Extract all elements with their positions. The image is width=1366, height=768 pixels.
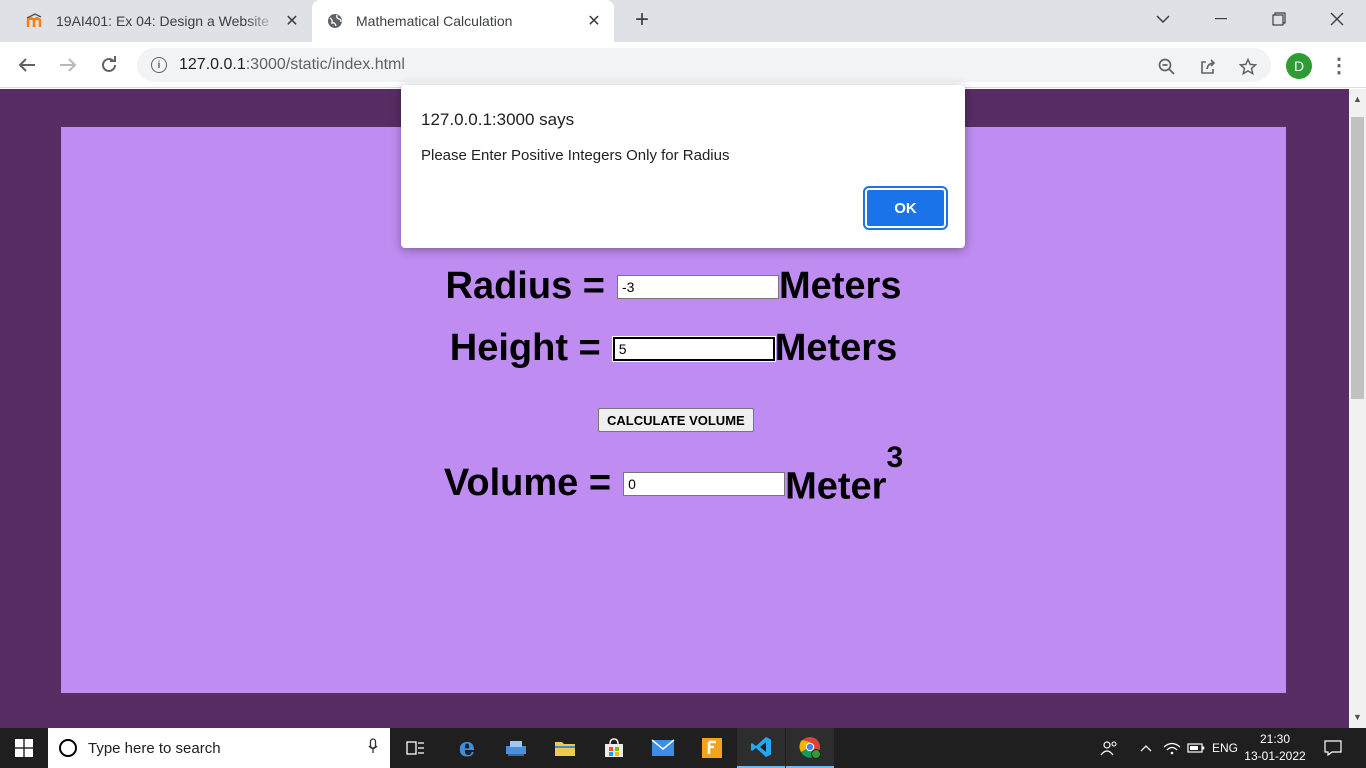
fusion-app-icon[interactable] [688, 728, 736, 768]
search-icon [59, 739, 77, 757]
back-icon[interactable] [12, 50, 42, 80]
windows-taskbar: Type here to search e ENG 21:30 13-01-20… [0, 728, 1366, 768]
battery-icon[interactable] [1187, 728, 1205, 768]
scroll-down-icon[interactable]: ▼ [1349, 709, 1366, 726]
edge-icon[interactable]: e [443, 728, 491, 768]
windows-start-icon[interactable] [0, 728, 48, 768]
url-host: 127.0.0.1 [179, 56, 246, 73]
volume-row: Volume = Meter3 [61, 441, 1286, 509]
tab-moodle[interactable]: 19AI401: Ex 04: Design a Website ✕ [16, 0, 312, 42]
restore-icon[interactable] [1250, 0, 1308, 38]
tab-title: 19AI401: Ex 04: Design a Website [56, 13, 269, 29]
reload-icon[interactable] [94, 50, 124, 80]
forward-icon[interactable] [53, 50, 83, 80]
language-indicator[interactable]: ENG [1212, 728, 1238, 768]
network-app-icon[interactable] [492, 728, 540, 768]
volume-label: Volume = [443, 462, 612, 505]
close-window-icon[interactable] [1308, 0, 1366, 38]
task-view-icon[interactable] [392, 728, 440, 768]
chevron-up-icon[interactable] [1140, 728, 1152, 768]
file-explorer-icon[interactable] [541, 728, 589, 768]
wifi-icon[interactable] [1163, 728, 1181, 768]
alert-dialog: 127.0.0.1:3000 says Please Enter Positiv… [401, 85, 965, 248]
page-scrollbar[interactable]: ▲ ▼ [1349, 89, 1366, 728]
menu-kebab-icon[interactable]: ⋮ [1328, 52, 1350, 80]
close-tab-icon[interactable]: ✕ [580, 11, 608, 31]
globe-icon [326, 12, 344, 30]
tab-search-icon[interactable] [1134, 0, 1192, 38]
url-path: :3000/static/index.html [245, 56, 405, 73]
zoom-out-icon[interactable] [1155, 55, 1179, 79]
chrome-icon[interactable] [786, 728, 834, 768]
system-clock[interactable]: 21:30 13-01-2022 [1240, 731, 1310, 765]
height-row: Height = Meters [61, 327, 1286, 370]
calculate-volume-button[interactable]: CALCULATE VOLUME [598, 408, 754, 432]
new-tab-button[interactable]: + [628, 8, 656, 34]
minimize-icon[interactable] [1192, 0, 1250, 38]
bookmark-star-icon[interactable] [1236, 55, 1260, 79]
microphone-icon[interactable] [368, 737, 378, 759]
profile-avatar[interactable]: D [1286, 53, 1312, 79]
search-placeholder: Type here to search [88, 739, 221, 757]
close-tab-icon[interactable]: ✕ [278, 11, 306, 31]
share-icon[interactable] [1196, 55, 1220, 79]
volume-exponent: 3 [886, 441, 904, 474]
scrollbar-thumb[interactable] [1351, 117, 1364, 399]
radius-unit: Meters [778, 265, 902, 307]
height-label: Height = [449, 327, 601, 369]
site-info-icon[interactable]: i [151, 57, 167, 73]
mail-icon[interactable] [639, 728, 687, 768]
tab-title: Mathematical Calculation [356, 13, 513, 29]
scroll-up-icon[interactable]: ▲ [1349, 91, 1366, 108]
address-bar[interactable]: i 127.0.0.1:3000/static/index.html [137, 48, 1271, 82]
vscode-icon[interactable] [737, 728, 785, 768]
store-icon[interactable] [590, 728, 638, 768]
radius-label: Radius = [445, 265, 605, 307]
dialog-message: Please Enter Positive Integers Only for … [421, 147, 730, 164]
height-unit: Meters [774, 327, 898, 369]
tab-strip: 19AI401: Ex 04: Design a Website ✕ Mathe… [0, 0, 1366, 42]
notifications-icon[interactable] [1324, 728, 1342, 768]
clock-date: 13-01-2022 [1244, 749, 1306, 763]
height-input[interactable] [611, 335, 776, 362]
moodle-icon [26, 12, 44, 30]
ok-button[interactable]: OK [863, 186, 948, 230]
volume-output[interactable] [623, 471, 786, 496]
clock-time: 21:30 [1259, 732, 1291, 746]
radius-input[interactable] [616, 274, 779, 299]
browser-toolbar: i 127.0.0.1:3000/static/index.html D ⋮ [0, 42, 1366, 88]
taskbar-search-box[interactable]: Type here to search [48, 728, 390, 768]
dialog-title: 127.0.0.1:3000 says [421, 110, 575, 129]
people-icon[interactable] [1100, 728, 1118, 768]
volume-unit: Meter3 [785, 441, 904, 508]
radius-row: Radius = Meters [61, 265, 1286, 308]
tab-mathematical-calculation[interactable]: Mathematical Calculation ✕ [312, 0, 614, 42]
